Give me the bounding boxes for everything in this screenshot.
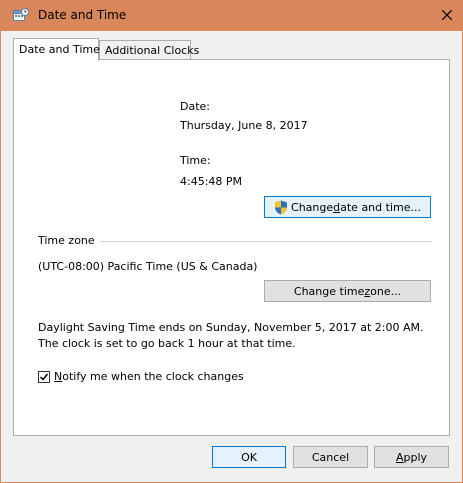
- close-button[interactable]: [433, 0, 461, 29]
- apply-button[interactable]: Apply: [374, 446, 449, 468]
- change-date-label-pre: Change: [291, 200, 334, 214]
- cancel-button[interactable]: Cancel: [293, 446, 368, 468]
- uac-shield-icon: [275, 200, 288, 214]
- tab-date-and-time[interactable]: Date and Time: [13, 38, 100, 61]
- date-value: Thursday, June 8, 2017: [180, 119, 308, 132]
- date-label: Date:: [180, 100, 210, 113]
- ok-button[interactable]: OK: [212, 446, 286, 468]
- notify-accesskey: N: [54, 370, 63, 383]
- dialog-client-area: Date and Time Additional Clocks Date: Th…: [1, 31, 462, 482]
- change-date-accesskey: d: [333, 200, 341, 214]
- time-zone-group-divider: [100, 241, 432, 242]
- time-zone-group-label: Time zone: [38, 234, 95, 247]
- time-zone-value: (UTC-08:00) Pacific Time (US & Canada): [38, 260, 258, 273]
- change-date-and-time-button[interactable]: Change d ate and time...: [264, 196, 431, 218]
- dst-info-text: Daylight Saving Time ends on Sunday, Nov…: [38, 321, 424, 350]
- window-title: Date and Time: [38, 8, 127, 22]
- change-tz-label-post: one...: [370, 284, 402, 298]
- checkmark-icon: [39, 373, 49, 381]
- notify-checkbox[interactable]: [38, 371, 50, 383]
- notify-checkbox-label[interactable]: Notify me when the clock changes: [54, 370, 244, 383]
- close-icon: [442, 9, 452, 20]
- change-tz-label-pre: Change time: [293, 284, 365, 298]
- calendar-clock-icon: [13, 8, 29, 22]
- change-time-zone-button[interactable]: Change time z one...: [264, 280, 431, 302]
- change-date-label-post: ate and time...: [340, 200, 421, 214]
- title-bar[interactable]: Date and Time: [0, 0, 463, 31]
- notify-label-rest: otify me when the clock changes: [62, 370, 244, 383]
- apply-accesskey: A: [395, 450, 404, 464]
- tab-additional-clocks[interactable]: Additional Clocks: [99, 40, 199, 59]
- apply-label-rest: pply: [403, 450, 428, 464]
- time-label: Time:: [180, 154, 211, 167]
- time-value: 4:45:48 PM: [180, 175, 243, 188]
- date-time-tab-panel: Date: Thursday, June 8, 2017 Time: 4:45:…: [13, 59, 450, 436]
- date-time-dialog: Date and Time Date and Time Additional C…: [0, 0, 463, 483]
